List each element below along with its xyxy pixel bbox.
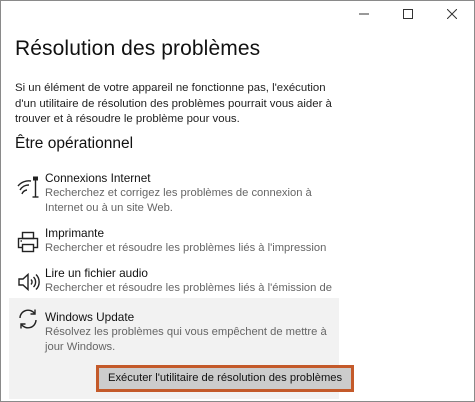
item-name: Windows Update (45, 310, 135, 324)
item-name: Imprimante (45, 226, 105, 240)
maximize-icon (403, 9, 413, 19)
item-description: Recherchez et corrigez les problèmes de … (45, 187, 312, 214)
minimize-icon (359, 9, 369, 19)
page-title: Résolution des problèmes (15, 37, 261, 60)
item-description: Résolvez les problèmes qui vous empêchen… (45, 326, 327, 353)
network-icon (15, 174, 41, 200)
troubleshooter-audio[interactable]: Lire un fichier audio Rechercher et réso… (9, 266, 337, 309)
title-bar-controls (342, 1, 474, 27)
intro-text: Si un élément de votre appareil ne fonct… (15, 82, 332, 125)
item-name: Lire un fichier audio (45, 266, 148, 280)
maximize-button[interactable] (386, 1, 430, 27)
sync-icon (15, 306, 41, 332)
printer-icon (15, 229, 41, 255)
troubleshooter-internet[interactable]: Connexions Internet Recherchez et corrig… (9, 171, 337, 215)
section-heading: Être opérationnel (15, 135, 134, 152)
close-icon (447, 9, 457, 19)
speaker-icon (15, 269, 41, 295)
troubleshoot-window: Résolution des problèmes Si un élément d… (0, 0, 475, 402)
close-button[interactable] (430, 1, 474, 27)
item-description: Rechercher et résoudre les problèmes lié… (45, 242, 327, 254)
run-button-highlight: Exécuter l'utilitaire de résolution des … (96, 365, 355, 392)
troubleshooter-printer[interactable]: Imprimante Rechercher et résoudre les pr… (9, 226, 337, 256)
item-name: Connexions Internet (45, 171, 151, 185)
minimize-button[interactable] (342, 1, 386, 27)
run-troubleshooter-button[interactable]: Exécuter l'utilitaire de résolution des … (99, 368, 352, 389)
